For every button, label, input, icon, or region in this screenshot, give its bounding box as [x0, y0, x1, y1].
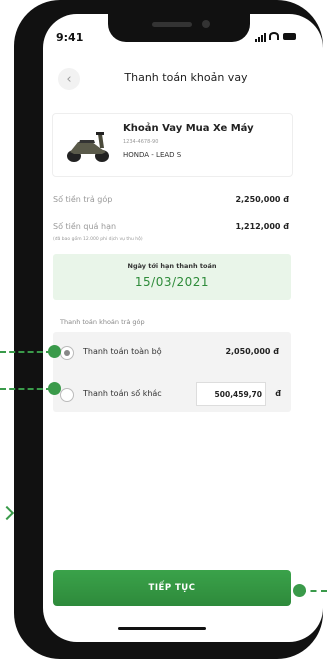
loan-model: HONDA - LEAD S	[123, 151, 182, 159]
loan-card[interactable]: Khoản Vay Mua Xe Máy 1234-4678-90 HONDA …	[52, 113, 293, 177]
status-icons	[255, 32, 297, 42]
callout-line	[0, 388, 52, 390]
option-pay-full[interactable]: Thanh toán toàn bộ 2,050,000 đ	[53, 334, 291, 372]
payment-section-label: Thanh toán khoản trả góp	[60, 318, 145, 326]
callout-dot	[48, 345, 61, 358]
payment-options: Thanh toán toàn bộ 2,050,000 đ Thanh toá…	[53, 332, 291, 412]
page-title: Thanh toán khoản vay	[124, 71, 248, 84]
battery-icon	[283, 33, 296, 40]
overdue-label: Số tiền quá hạn	[53, 222, 117, 231]
option-pay-full-amount: 2,050,000 đ	[225, 347, 279, 356]
callout-line	[0, 351, 52, 353]
callout-dot	[48, 382, 61, 395]
due-date-value: 15/03/2021	[134, 275, 210, 289]
callout-line	[300, 590, 327, 592]
radio-pay-other[interactable]	[60, 388, 74, 402]
status-time: 9:41	[56, 31, 84, 44]
chevron-left-icon: ‹	[66, 71, 72, 87]
option-pay-other-label: Thanh toán số khác	[83, 389, 162, 398]
continue-button[interactable]: TIẾP TỤC	[53, 570, 291, 606]
signal-bar	[258, 37, 260, 42]
speaker-icon	[152, 22, 192, 27]
back-button[interactable]: ‹	[58, 68, 80, 90]
signal-bar	[264, 33, 266, 42]
option-pay-other[interactable]: Thanh toán số khác đ	[53, 376, 291, 414]
loan-title: Khoản Vay Mua Xe Máy	[123, 123, 254, 134]
loan-code: 1234-4678-90	[123, 139, 159, 145]
other-amount-input[interactable]	[196, 382, 266, 406]
due-date-label: Ngày tới hạn thanh toán	[127, 262, 217, 270]
phone-frame	[14, 0, 323, 659]
installment-value: 2,250,000 đ	[235, 195, 289, 204]
scooter-image	[67, 132, 109, 162]
arrow-right-icon	[0, 505, 15, 521]
option-pay-full-label: Thanh toán toàn bộ	[83, 347, 162, 356]
phone-notch	[108, 14, 250, 42]
due-date-box: Ngày tới hạn thanh toán 15/03/2021	[53, 254, 291, 300]
radio-pay-full[interactable]	[60, 346, 74, 360]
overdue-note: (đã bao gồm 12.000 phí dịch vụ thu hộ)	[53, 237, 143, 242]
wifi-icon	[269, 32, 279, 40]
installment-label: Số tiền trả góp	[53, 195, 113, 204]
home-indicator	[118, 627, 206, 630]
currency-label: đ	[275, 389, 281, 398]
camera-icon	[202, 20, 210, 28]
app-screen	[43, 14, 323, 642]
signal-bar	[261, 35, 263, 42]
signal-icon	[255, 39, 257, 42]
overdue-value: 1,212,000 đ	[235, 222, 289, 231]
